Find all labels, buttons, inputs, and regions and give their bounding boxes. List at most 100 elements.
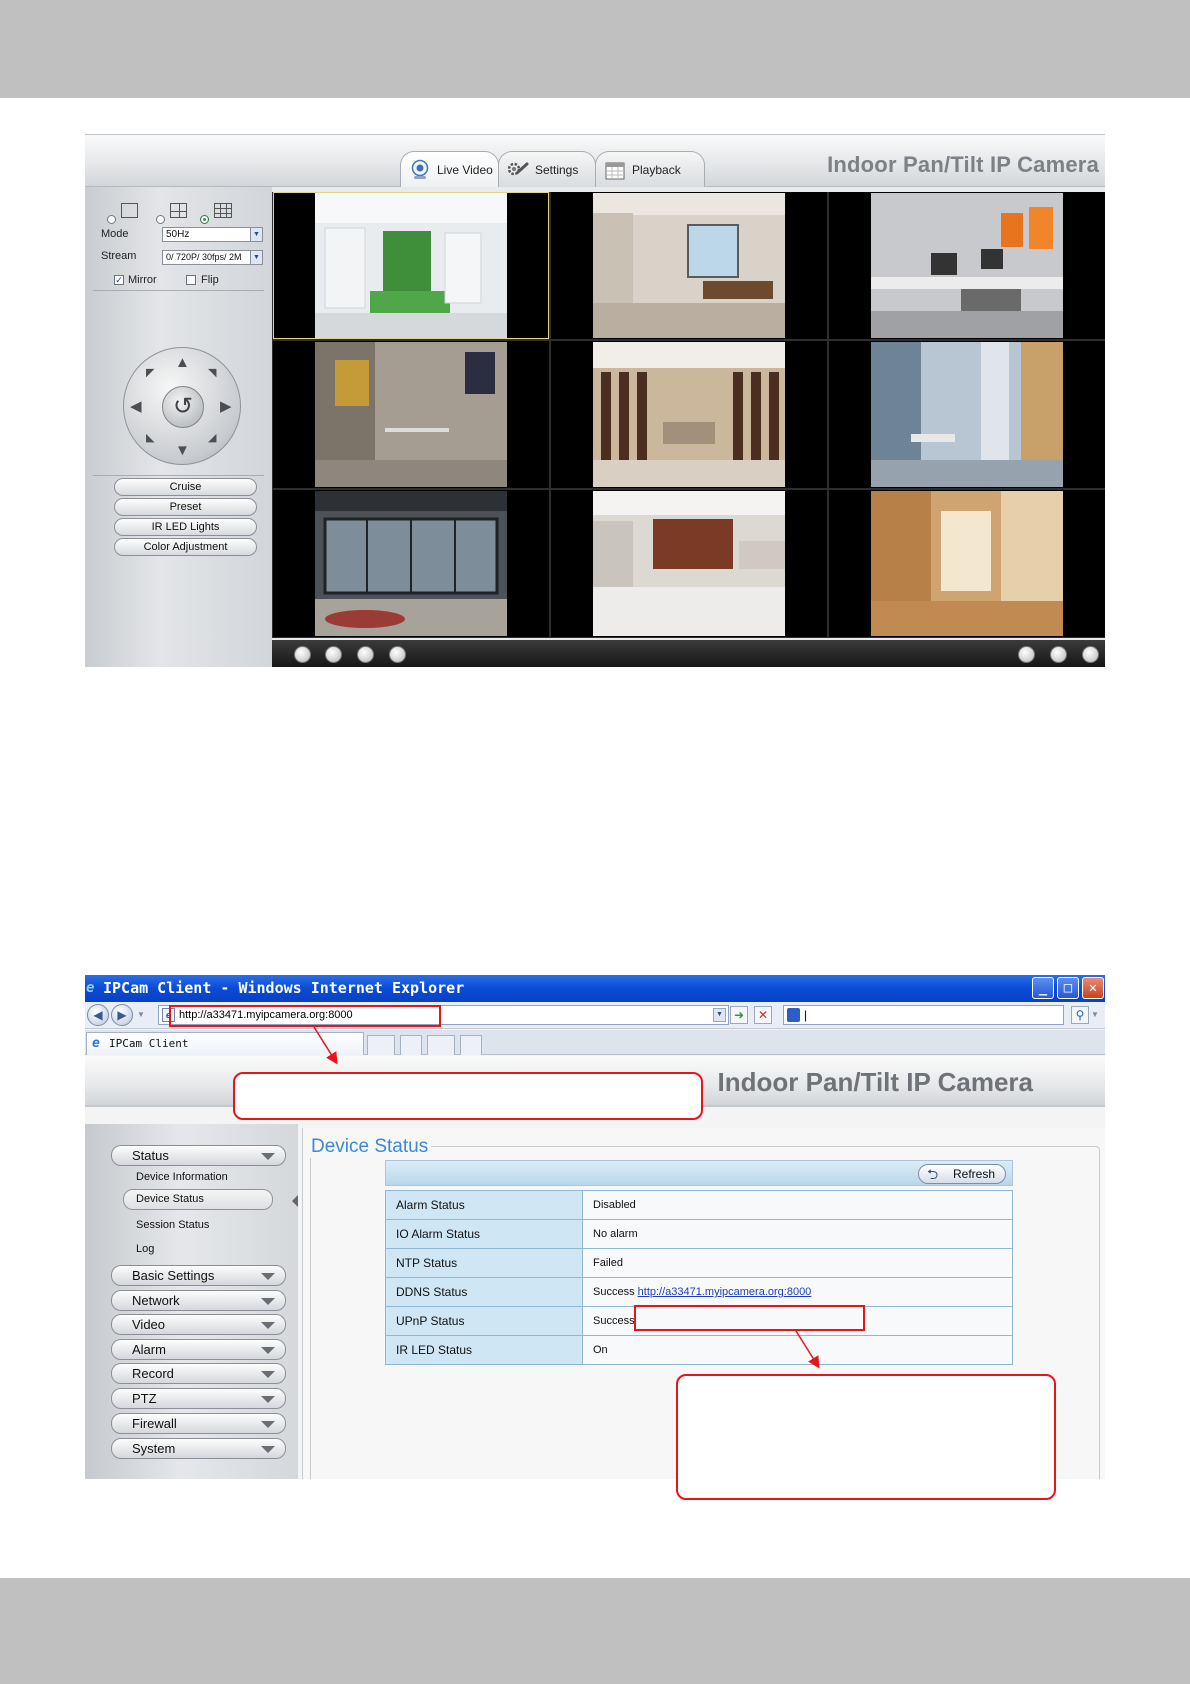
- color-adjustment-button[interactable]: Color Adjustment: [114, 538, 257, 556]
- forward-arrow-icon[interactable]: ▶: [111, 1004, 133, 1026]
- close-icon[interactable]: ✕: [1082, 977, 1104, 999]
- history-dropdown-icon[interactable]: ▼: [137, 1010, 145, 1019]
- tab-live-video[interactable]: Live Video: [400, 151, 499, 187]
- search-options-icon[interactable]: ▼: [1091, 1010, 1099, 1019]
- arrow-up-left-icon[interactable]: ◤: [146, 366, 154, 379]
- cruise-button[interactable]: Cruise: [114, 478, 257, 496]
- mirror-checkbox[interactable]: ✓: [114, 275, 124, 285]
- ptz-control-pad[interactable]: ▲ ▼ ◀ ▶ ◤ ◥ ◣ ◢ ↺: [123, 347, 241, 465]
- stream-select[interactable]: 0/ 720P/ 30fps/ 2M ▼: [162, 250, 263, 265]
- video-channel-9[interactable]: [829, 490, 1105, 637]
- arrow-down-icon[interactable]: ▼: [175, 442, 190, 459]
- video-channel-3[interactable]: [829, 192, 1105, 339]
- annotation-callout-box: [233, 1072, 703, 1120]
- status-value: Failed: [582, 1248, 1013, 1278]
- arrow-up-right-icon[interactable]: ◥: [208, 366, 216, 379]
- menu-network[interactable]: Network: [111, 1290, 286, 1311]
- layout-9-radio[interactable]: [200, 215, 209, 224]
- menu-basic-settings[interactable]: Basic Settings: [111, 1265, 286, 1286]
- new-tab-button[interactable]: [460, 1035, 482, 1055]
- section-title: Device Status: [308, 1136, 432, 1158]
- menu-ptz[interactable]: PTZ: [111, 1388, 286, 1409]
- search-magnifier-icon[interactable]: ⚲: [1071, 1006, 1089, 1024]
- sidebar-item-log[interactable]: Log: [136, 1243, 154, 1255]
- tab-settings[interactable]: Settings: [498, 151, 596, 187]
- divider: [93, 290, 264, 291]
- refresh-button[interactable]: ⮌ Refresh: [918, 1164, 1006, 1184]
- talk-icon[interactable]: [357, 646, 374, 663]
- url-highlight-box: [169, 1005, 441, 1027]
- flip-checkbox[interactable]: [186, 275, 196, 285]
- fullscreen-icon[interactable]: [1082, 646, 1099, 663]
- mirror-label: Mirror: [128, 274, 157, 286]
- tab-label: Live Video: [437, 162, 493, 177]
- page-header-band: [0, 0, 1190, 98]
- status-value: On: [582, 1335, 1013, 1365]
- video-channel-1[interactable]: [273, 192, 549, 339]
- tab-title: IPCam Client: [109, 1037, 189, 1050]
- arrow-right-icon[interactable]: ▶: [220, 397, 232, 415]
- menu-label: Video: [132, 1317, 166, 1332]
- arrow-up-icon[interactable]: ▲: [175, 354, 190, 371]
- browser-tab-blank[interactable]: [367, 1035, 395, 1055]
- chevron-down-icon: ▼: [250, 228, 262, 241]
- window-title-bar: e IPCam Client - Windows Internet Explor…: [85, 975, 1105, 1002]
- play-icon[interactable]: [294, 646, 311, 663]
- video-channel-5[interactable]: [551, 341, 827, 488]
- arrow-down-left-icon[interactable]: ◣: [146, 431, 154, 444]
- browser-tab-blank[interactable]: [400, 1035, 422, 1055]
- menu-firewall[interactable]: Firewall: [111, 1413, 286, 1434]
- table-row: Alarm Status Disabled: [385, 1190, 1013, 1220]
- sidebar-item-session-status[interactable]: Session Status: [136, 1219, 209, 1231]
- video-channel-8[interactable]: [551, 490, 827, 637]
- single-view-icon[interactable]: [121, 203, 138, 218]
- browser-tab-blank[interactable]: [427, 1035, 455, 1055]
- stop-icon[interactable]: [325, 646, 342, 663]
- minimize-icon[interactable]: _: [1032, 977, 1054, 999]
- snapshot-icon[interactable]: [1018, 646, 1035, 663]
- menu-record[interactable]: Record: [111, 1363, 286, 1384]
- video-channel-2[interactable]: [551, 192, 827, 339]
- arrow-down-right-icon[interactable]: ◢: [208, 431, 216, 444]
- browser-tab-bar: e IPCam Client: [85, 1030, 1105, 1055]
- chevron-down-icon: ▼: [250, 251, 262, 264]
- nine-view-icon[interactable]: [214, 203, 232, 218]
- status-value: No alarm: [582, 1219, 1013, 1249]
- preset-button[interactable]: Preset: [114, 498, 257, 516]
- search-provider-icon: [787, 1008, 800, 1022]
- layout-4-radio[interactable]: [156, 215, 165, 224]
- record-icon[interactable]: [1050, 646, 1067, 663]
- search-input[interactable]: |: [783, 1005, 1064, 1025]
- quad-view-icon[interactable]: [170, 203, 187, 218]
- video-channel-4[interactable]: [273, 341, 549, 488]
- video-channel-7[interactable]: [273, 490, 549, 637]
- menu-video[interactable]: Video: [111, 1314, 286, 1335]
- tab-playback[interactable]: Playback: [595, 151, 705, 187]
- back-arrow-icon[interactable]: ◀: [87, 1004, 109, 1026]
- ddns-link[interactable]: http://a33471.myipcamera.org:8000: [638, 1286, 812, 1298]
- ir-led-lights-button[interactable]: IR LED Lights: [114, 518, 257, 536]
- arrow-left-icon[interactable]: ◀: [130, 397, 142, 415]
- status-value: Disabled: [582, 1190, 1013, 1220]
- annotation-callout-box: [676, 1374, 1056, 1500]
- audio-icon[interactable]: [389, 646, 406, 663]
- menu-status[interactable]: Status: [111, 1145, 286, 1166]
- sidebar-item-device-information[interactable]: Device Information: [136, 1171, 228, 1183]
- status-key: Alarm Status: [385, 1190, 583, 1220]
- reset-rotate-icon[interactable]: ↺: [162, 386, 204, 428]
- maximize-icon[interactable]: □: [1057, 977, 1079, 999]
- layout-1-radio[interactable]: [107, 215, 116, 224]
- chevron-down-icon[interactable]: ▼: [713, 1008, 726, 1022]
- ie-logo-icon: e: [86, 980, 95, 996]
- chevron-down-icon: [261, 1298, 275, 1305]
- sidebar-item-device-status[interactable]: Device Status: [123, 1189, 273, 1210]
- stop-x-icon[interactable]: ✕: [754, 1006, 772, 1024]
- menu-alarm[interactable]: Alarm: [111, 1339, 286, 1360]
- video-channel-6[interactable]: [829, 341, 1105, 488]
- mode-select[interactable]: 50Hz ▼: [162, 227, 263, 242]
- browser-tab-ipcam-client[interactable]: e IPCam Client: [86, 1032, 364, 1055]
- go-arrow-icon[interactable]: ➜: [730, 1006, 748, 1024]
- video-control-bar: [272, 640, 1105, 667]
- menu-system[interactable]: System: [111, 1438, 286, 1459]
- tab-label: Settings: [535, 162, 579, 177]
